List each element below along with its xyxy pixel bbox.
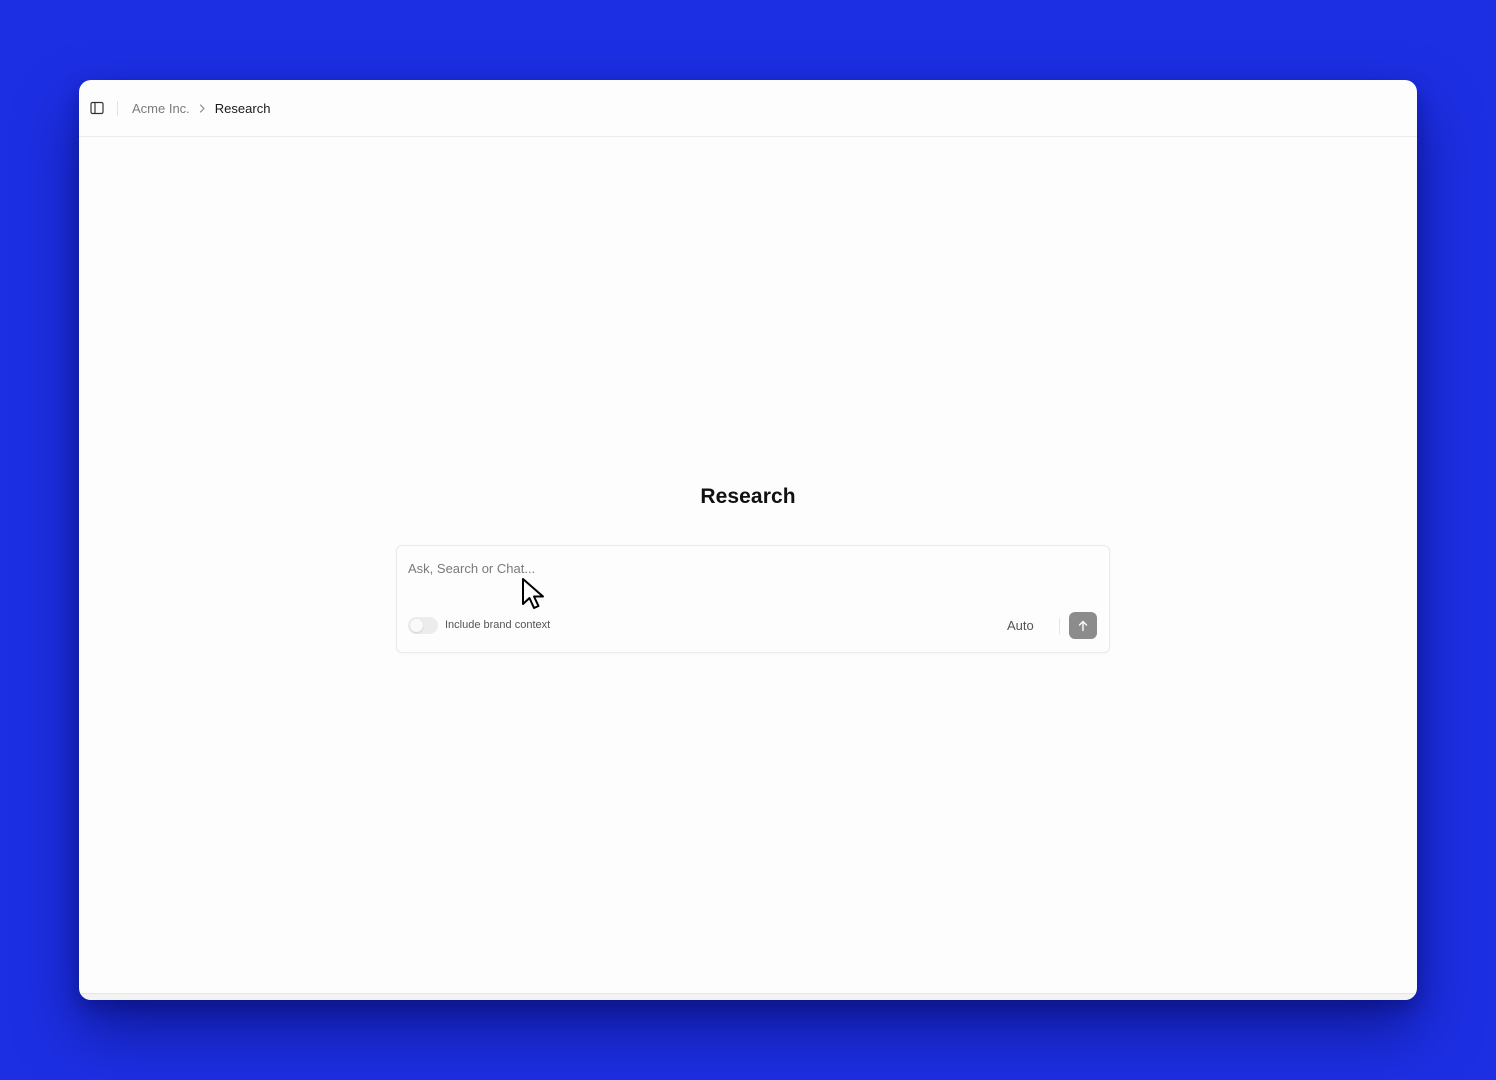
search-input[interactable] — [408, 558, 1088, 578]
breadcrumb: Acme Inc. Research — [132, 80, 270, 136]
toggle-knob — [410, 619, 423, 632]
bottom-strip — [79, 993, 1417, 1000]
top-bar: Acme Inc. Research — [79, 80, 1417, 137]
sidebar-panel-icon — [90, 101, 104, 115]
brand-context-toggle[interactable] — [408, 617, 438, 634]
brand-context-label[interactable]: Include brand context — [445, 619, 550, 631]
send-button[interactable] — [1069, 612, 1097, 639]
sidebar-toggle-button[interactable] — [89, 100, 105, 116]
page-title: Research — [700, 485, 796, 508]
composer-divider — [1059, 618, 1060, 634]
composer: Include brand context Auto — [396, 545, 1110, 653]
arrow-up-icon — [1078, 620, 1088, 631]
main-content: Research Include brand context Auto — [79, 137, 1417, 994]
breadcrumb-parent-link[interactable]: Acme Inc. — [132, 101, 190, 116]
chevron-right-icon — [199, 103, 206, 113]
topbar-divider — [117, 101, 118, 116]
app-window: Acme Inc. Research Research Include bran… — [79, 80, 1417, 1000]
model-select[interactable]: Auto — [1007, 618, 1034, 633]
breadcrumb-current: Research — [214, 100, 271, 116]
